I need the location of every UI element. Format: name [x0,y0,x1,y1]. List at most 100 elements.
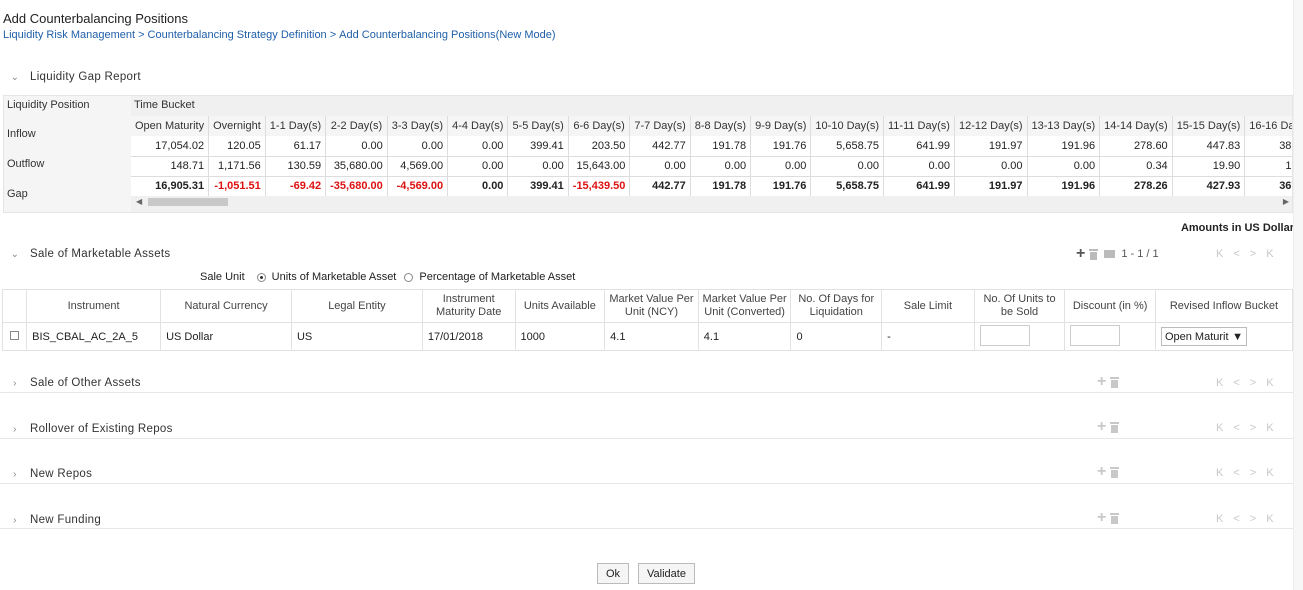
breadcrumb-sep: > [329,29,337,41]
scrollbar-thumb[interactable] [148,198,228,206]
prev-page-icon[interactable]: < [1233,422,1239,434]
outflow-cell: 0.00 [507,155,569,176]
mail-icon[interactable] [1104,250,1116,258]
select-column-header [1,289,28,323]
next-page-icon[interactable]: > [1250,513,1256,525]
breadcrumb-item-lrm[interactable]: Liquidity Risk Management [3,29,135,41]
trash-icon[interactable] [1110,421,1120,433]
first-page-icon[interactable]: K [1216,513,1223,525]
time-bucket-header: 3-3 Day(s) [387,116,449,136]
row-checkbox-cell [1,322,28,351]
time-bucket-header: 11-11 Day(s) [883,116,955,136]
prev-page-icon[interactable]: < [1233,467,1239,479]
chevron-right-icon[interactable]: › [8,376,22,390]
liquidity-position-label: Liquidity Position [7,99,90,111]
outflow-cell: 0.00 [447,155,509,176]
time-bucket-header: 9-9 Day(s) [750,116,812,136]
plus-icon[interactable]: + [1097,419,1106,435]
next-page-icon[interactable]: > [1250,467,1256,479]
time-bucket-header: 8-8 Day(s) [690,116,752,136]
gap-cell: -15,439.50 [568,175,631,196]
chevron-down-icon[interactable]: ⌄ [8,70,22,84]
outflow-cell: 0.00 [690,155,752,176]
trash-icon[interactable] [1110,466,1120,478]
percentage-radio[interactable] [404,272,414,282]
row-checkbox[interactable] [10,330,20,340]
scroll-left-icon[interactable]: ◀ [136,196,142,208]
maturity-date-cell: 17/01/2018 [421,322,516,351]
column-header: Legal Entity [290,289,423,323]
rollover-toolbar: + [1097,419,1120,435]
vertical-scrollbar[interactable] [1293,0,1303,590]
plus-icon[interactable]: + [1097,464,1106,480]
last-page-icon[interactable]: K [1266,513,1273,525]
ok-button[interactable]: Ok [597,563,630,584]
breadcrumb-item-current[interactable]: Add Counterbalancing Positions(New Mode) [339,29,555,41]
marketable-pager: K < > K [1216,248,1274,260]
inflow-cell: 447.83 [1172,136,1246,156]
last-page-icon[interactable]: K [1266,377,1273,389]
outflow-cell: 0.00 [750,155,812,176]
validate-button[interactable]: Validate [638,563,695,584]
first-page-icon[interactable]: K [1216,377,1223,389]
last-page-icon[interactable]: K [1266,422,1273,434]
time-bucket-header: 14-14 Day(s) [1099,116,1173,136]
first-page-icon[interactable]: K [1216,248,1223,260]
plus-icon[interactable]: + [1097,510,1106,526]
discount-input[interactable] [1070,324,1121,346]
breadcrumb: Liquidity Risk Management > Counterbalanci… [3,29,556,41]
outflow-cell: 19.90 [1172,155,1246,176]
outflow-cell: 4,569.00 [387,155,449,176]
scroll-right-icon[interactable]: ▶ [1283,196,1289,208]
last-page-icon[interactable]: K [1266,467,1273,479]
first-page-icon[interactable]: K [1216,422,1223,434]
breadcrumb-item-strategy[interactable]: Counterbalancing Strategy Definition [148,29,327,41]
prev-page-icon[interactable]: < [1233,248,1239,260]
rollover-pager: K < > K [1216,422,1274,434]
outflow-cell: 0.00 [1027,155,1101,176]
mv-ncy-cell: 4.1 [604,322,699,351]
revised-bucket-select[interactable]: Open Maturit ▼ [1160,327,1247,346]
gap-cell: 427.93 [1172,175,1246,196]
inflow-cell: 191.76 [750,136,812,156]
time-bucket-header: 5-5 Day(s) [507,116,569,136]
units-radio[interactable] [256,272,266,282]
gap-cell: 641.99 [883,175,955,196]
inflow-label: Inflow [7,128,36,140]
chevron-down-icon[interactable]: ⌄ [8,247,22,261]
inflow-cell: 641.99 [883,136,955,156]
other-assets-toolbar: + [1097,374,1120,390]
trash-icon[interactable] [1110,512,1120,524]
prev-page-icon[interactable]: < [1233,377,1239,389]
amounts-note: Amounts in US Dollar [1180,222,1294,234]
prev-page-icon[interactable]: < [1233,513,1239,525]
column-header: No. Of Units to be Sold [973,289,1066,323]
percentage-radio-label[interactable]: Percentage of Marketable Asset [419,271,575,283]
next-page-icon[interactable]: > [1250,377,1256,389]
last-page-icon[interactable]: K [1266,248,1273,260]
column-header: Instrument [26,289,162,323]
chevron-right-icon[interactable]: › [8,422,22,436]
time-bucket-header: 1-1 Day(s) [265,116,327,136]
next-page-icon[interactable]: > [1250,248,1256,260]
plus-icon[interactable]: + [1076,246,1085,262]
trash-icon[interactable] [1110,376,1120,388]
next-page-icon[interactable]: > [1250,422,1256,434]
gap-cell: 278.26 [1099,175,1173,196]
plus-icon[interactable]: + [1097,374,1106,390]
revised-bucket-value: Open Maturit [1164,330,1229,343]
sale-unit-group: Sale Unit Units of Marketable Asset Perc… [200,271,575,283]
first-page-icon[interactable]: K [1216,467,1223,479]
chevron-right-icon[interactable]: › [8,467,22,481]
inflow-cell: 191.97 [954,136,1028,156]
inflow-cell: 191.78 [690,136,752,156]
units-radio-label[interactable]: Units of Marketable Asset [272,271,397,283]
new-funding-toolbar: + [1097,510,1120,526]
trash-icon[interactable] [1089,248,1099,260]
chevron-right-icon[interactable]: › [8,513,22,527]
column-header: Discount (in %) [1064,289,1156,323]
horizontal-scrollbar[interactable]: ◀ ▶ [134,196,1291,208]
time-bucket-header: 12-12 Day(s) [954,116,1028,136]
units-to-sell-input[interactable] [979,324,1030,346]
section-header-gap-report[interactable]: ⌄ Liquidity Gap Report [0,68,1303,86]
